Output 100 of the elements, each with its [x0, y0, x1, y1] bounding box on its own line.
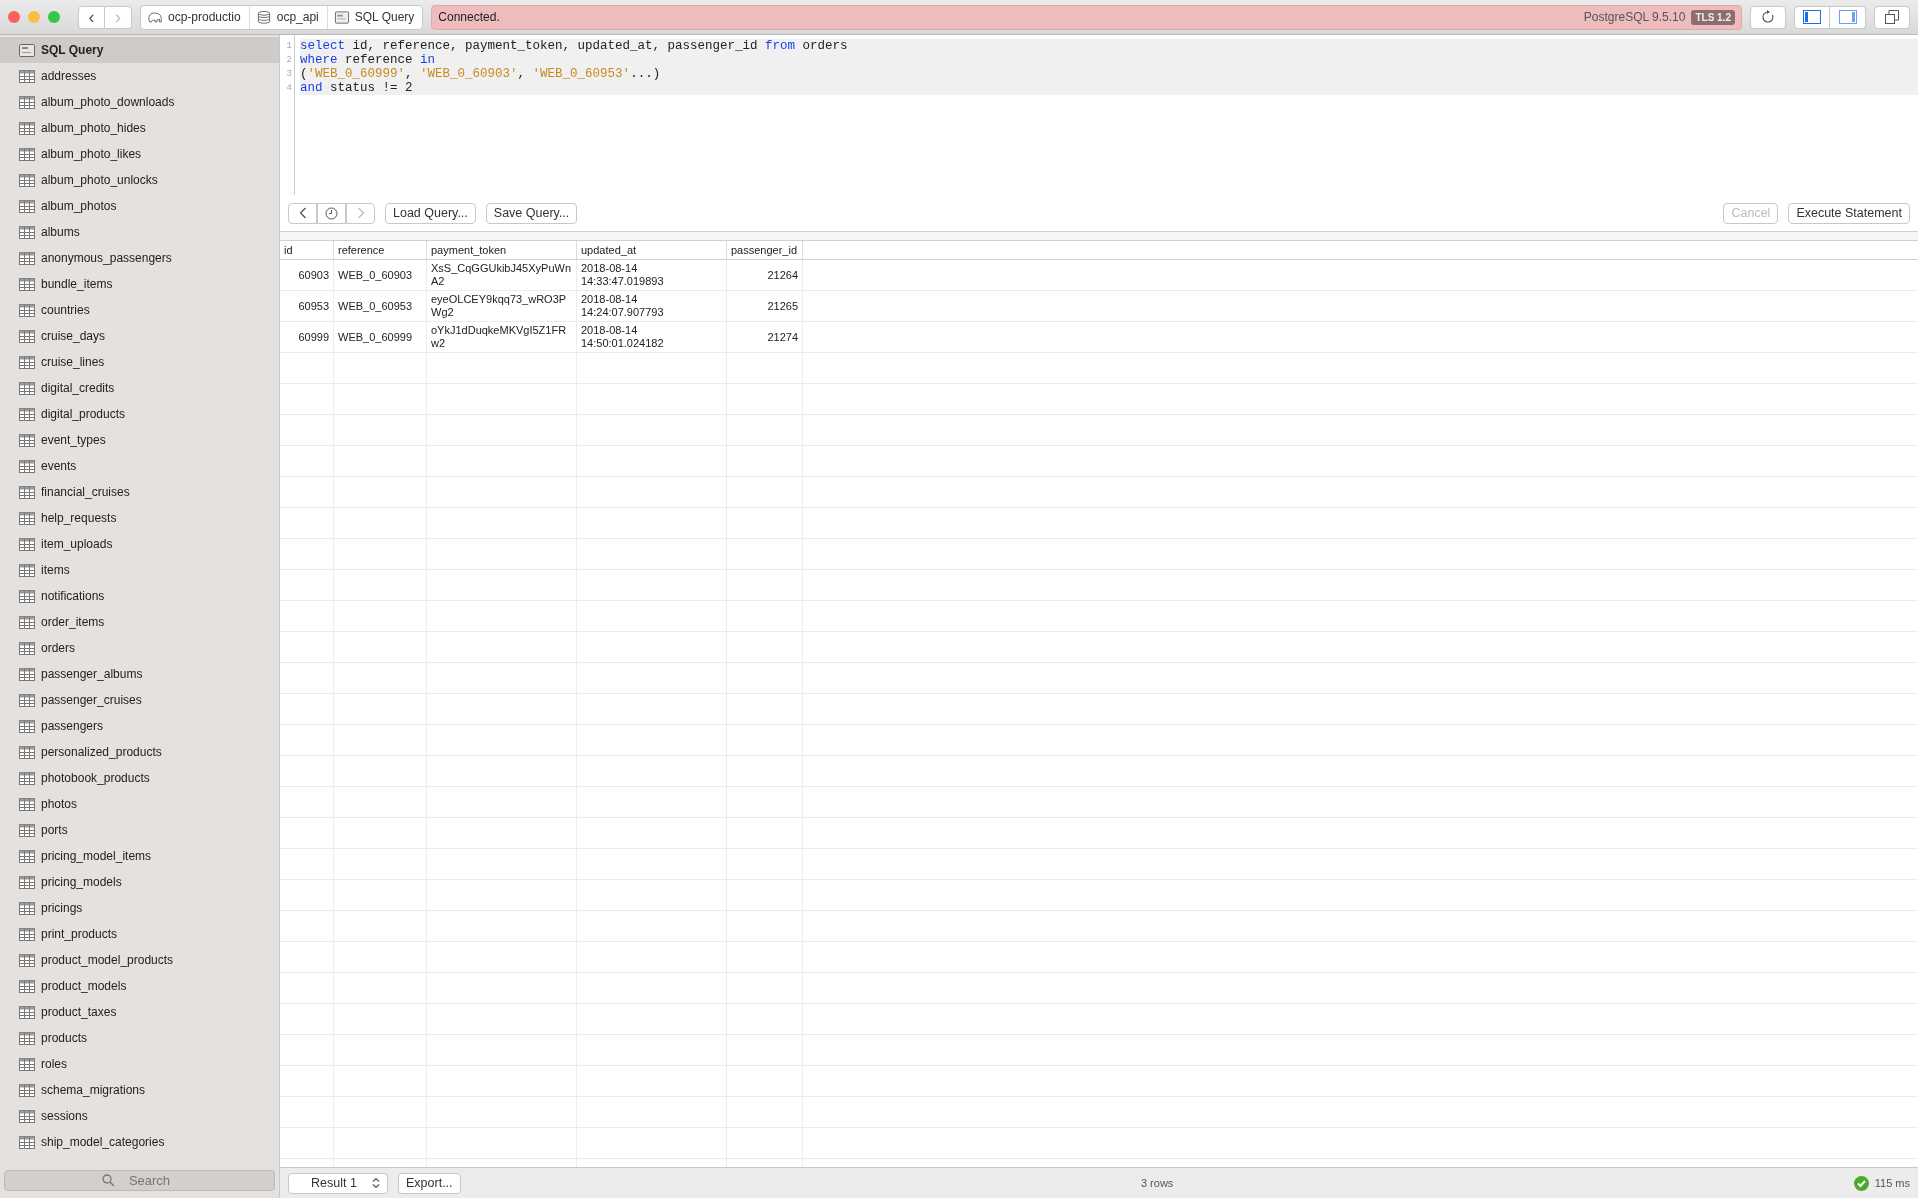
- sidebar-item[interactable]: product_model_products: [0, 947, 279, 973]
- back-button[interactable]: [288, 202, 317, 224]
- column-header[interactable]: updated_at: [577, 241, 727, 259]
- close-window-button[interactable]: [8, 11, 20, 23]
- sidebar-item[interactable]: passenger_cruises: [0, 687, 279, 713]
- query-button[interactable]: Load Query...: [385, 202, 476, 224]
- query-button[interactable]: Save Query...: [485, 202, 578, 224]
- zoom-window-button[interactable]: [48, 11, 60, 23]
- sidebar-item[interactable]: passenger_albums: [0, 661, 279, 687]
- table-icon: [19, 615, 35, 629]
- sidebar-item[interactable]: countries: [0, 297, 279, 323]
- table-icon: [19, 823, 35, 837]
- server-version: PostgreSQL 9.5.10: [1583, 10, 1686, 24]
- sidebar-item[interactable]: bundle_items: [0, 271, 279, 297]
- table-icon: [19, 277, 35, 291]
- column-header[interactable]: payment_token: [427, 241, 577, 259]
- sidebar-item[interactable]: events: [0, 453, 279, 479]
- refresh-icon: [1761, 10, 1775, 24]
- table-icon: [19, 1057, 35, 1071]
- splitter-bar[interactable]: [280, 231, 1918, 241]
- sidebar-item[interactable]: order_items: [0, 609, 279, 635]
- sidebar-item[interactable]: personalized_products: [0, 739, 279, 765]
- sidebar-item[interactable]: financial_cruises: [0, 479, 279, 505]
- sidebar-item[interactable]: ship_model_categories: [0, 1129, 279, 1155]
- breadcrumb-item[interactable]: ocp_api: [249, 5, 328, 29]
- table-icon: [19, 901, 35, 915]
- table-icon: [19, 433, 35, 447]
- sidebar-item[interactable]: sessions: [0, 1103, 279, 1129]
- sidebar-item[interactable]: photobook_products: [0, 765, 279, 791]
- sidebar-item[interactable]: cruise_lines: [0, 349, 279, 375]
- sidebar-item[interactable]: orders: [0, 635, 279, 661]
- sidebar-item[interactable]: pricing_models: [0, 869, 279, 895]
- table-icon: [19, 69, 35, 83]
- clock-icon: [325, 206, 338, 220]
- table-cell: XsS_CqGGUkibJ45XyPuWn A2: [427, 260, 577, 290]
- table-icon: [19, 719, 35, 733]
- sidebar-item[interactable]: notifications: [0, 583, 279, 609]
- sidebar-item[interactable]: items: [0, 557, 279, 583]
- table-icon: [19, 589, 35, 603]
- table-icon: [19, 1083, 35, 1097]
- table-icon: [19, 641, 35, 655]
- sidebar-item[interactable]: roles: [0, 1051, 279, 1077]
- table-icon: [19, 355, 35, 369]
- statement-button[interactable]: Execute Statement: [1788, 202, 1910, 224]
- table-icon: [19, 667, 35, 681]
- table-icon: [19, 173, 35, 187]
- sidebar-item[interactable]: digital_credits: [0, 375, 279, 401]
- sidebar-item[interactable]: product_taxes: [0, 999, 279, 1025]
- sidebar-item[interactable]: event_types: [0, 427, 279, 453]
- sidebar-item[interactable]: help_requests: [0, 505, 279, 531]
- up-down-arrows-icon: [372, 1177, 380, 1189]
- left-panel-toggle[interactable]: [1794, 5, 1830, 29]
- sidebar-item[interactable]: album_photo_hides: [0, 115, 279, 141]
- table-cell: 60903: [280, 260, 334, 290]
- sidebar-item[interactable]: anonymous_passengers: [0, 245, 279, 271]
- table-cell: WEB_0_60903: [334, 260, 427, 290]
- table-cell: 21274: [727, 322, 803, 352]
- table-icon: [19, 927, 35, 941]
- table-icon: [19, 329, 35, 343]
- sidebar-item[interactable]: item_uploads: [0, 531, 279, 557]
- sidebar-item[interactable]: product_models: [0, 973, 279, 999]
- sidebar-item[interactable]: pricings: [0, 895, 279, 921]
- result-select[interactable]: Result 1: [288, 1172, 388, 1194]
- sidebar-item[interactable]: print_products: [0, 921, 279, 947]
- right-panel-toggle[interactable]: [1830, 5, 1866, 29]
- column-header[interactable]: reference: [334, 241, 427, 259]
- table-cell: 60999: [280, 322, 334, 352]
- table-icon: [19, 537, 35, 551]
- search-field[interactable]: Search: [4, 1169, 275, 1191]
- left-sidebar-icon: [1803, 10, 1821, 24]
- sidebar-item[interactable]: album_photo_downloads: [0, 89, 279, 115]
- sidebar-item[interactable]: cruise_days: [0, 323, 279, 349]
- column-header[interactable]: passenger_id: [727, 241, 803, 259]
- sidebar-item[interactable]: pricing_model_items: [0, 843, 279, 869]
- sidebar-item[interactable]: schema_migrations: [0, 1077, 279, 1103]
- sidebar-item[interactable]: photos: [0, 791, 279, 817]
- sidebar-item[interactable]: ports: [0, 817, 279, 843]
- sidebar-item[interactable]: passengers: [0, 713, 279, 739]
- table-icon: [19, 459, 35, 473]
- chevron-right-icon: [356, 207, 365, 219]
- minimize-window-button[interactable]: [28, 11, 40, 23]
- breadcrumb-item[interactable]: SQL Query: [327, 5, 423, 29]
- table-icon: [19, 511, 35, 525]
- sidebar-item[interactable]: album_photos: [0, 193, 279, 219]
- table-icon: [19, 199, 35, 213]
- sidebar-item[interactable]: album_photo_likes: [0, 141, 279, 167]
- table-icon: [19, 875, 35, 889]
- window-button[interactable]: [1874, 5, 1910, 29]
- sidebar-item[interactable]: digital_products: [0, 401, 279, 427]
- column-header[interactable]: id: [280, 241, 334, 259]
- sidebar-item[interactable]: addresses: [0, 63, 279, 89]
- sidebar-item[interactable]: SQL Query: [0, 37, 279, 63]
- breadcrumb-item[interactable]: ocp-productio: [141, 5, 250, 29]
- sidebar-item[interactable]: albums: [0, 219, 279, 245]
- back-button[interactable]: ‹: [78, 5, 105, 29]
- export-button[interactable]: Export...: [398, 1172, 461, 1194]
- sidebar-item[interactable]: products: [0, 1025, 279, 1051]
- history-button[interactable]: [317, 202, 346, 224]
- refresh-button[interactable]: [1750, 5, 1786, 29]
- sidebar-item[interactable]: album_photo_unlocks: [0, 167, 279, 193]
